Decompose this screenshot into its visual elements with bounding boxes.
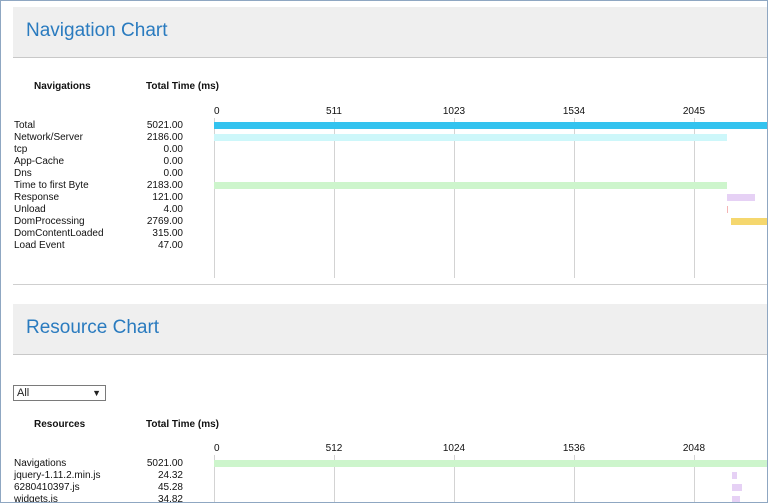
nav-bar[interactable] [214,122,767,129]
res-tick-label: 1024 [442,443,466,454]
nav-row-value: 2186.00 [146,132,183,143]
res-bar[interactable] [214,460,767,467]
nav-gridline [574,118,575,278]
res-bar[interactable] [731,472,738,479]
res-tick-label: 0 [214,443,220,454]
nav-row-value: 4.00 [163,204,183,215]
resources-column-header: Resources [34,419,86,430]
res-row-label: widgets.js [14,494,58,503]
nav-gridline [454,118,455,278]
nav-row-label: DomContentLoaded [14,228,104,239]
nav-bar[interactable] [727,206,729,213]
navigations-column-header: Navigations [34,81,91,92]
res-tick-label: 512 [325,443,343,454]
resource-total-time-column-header: Total Time (ms) [146,419,219,430]
nav-tick-label: 511 [326,106,342,117]
resource-chart-title: Resource Chart [26,317,160,338]
nav-row-label: Dns [14,168,32,179]
res-tick-label: 1536 [562,443,586,454]
nav-tick-label: 1534 [562,106,586,117]
nav-gridline [694,118,695,278]
navigation-chart-title: Navigation Chart [26,20,168,41]
nav-row-value: 0.00 [163,144,183,155]
nav-tick-label: 0 [214,106,220,117]
nav-row-label: App-Cache [14,156,65,167]
res-row-label: 6280410397.js [14,482,80,493]
nav-row-label: DomProcessing [14,216,85,227]
nav-row-label: Network/Server [14,132,83,143]
nav-bar[interactable] [726,194,756,201]
nav-bar[interactable] [214,134,728,141]
resource-filter-value: All [17,387,30,399]
res-row-label: Navigations [14,458,67,469]
res-bar[interactable] [731,496,740,502]
res-row-value: 5021.00 [146,458,183,469]
total-time-column-header: Total Time (ms) [146,81,219,92]
nav-row-value: 2769.00 [146,216,183,227]
chevron-down-icon: ▼ [92,388,101,398]
nav-bar[interactable] [214,182,727,189]
nav-row-value: 2183.00 [146,180,183,191]
res-row-value: 45.28 [157,482,183,493]
res-row-label: jquery-1.11.2.min.js [14,470,101,481]
res-row-value: 24.32 [157,470,183,481]
nav-tick-label: 1023 [442,106,466,117]
res-bar[interactable] [731,484,743,491]
nav-gridline [214,118,215,278]
res-tick-label: 2048 [682,443,706,454]
res-row-value: 34.82 [157,494,183,503]
navigation-chart-header: Navigation Chart [13,7,767,58]
nav-gridline [334,118,335,278]
nav-row-label: Response [14,192,60,203]
nav-tick-label: 2045 [682,106,706,117]
nav-bar[interactable] [730,218,767,225]
nav-row-label: Load Event [14,240,65,251]
nav-row-label: Total [14,120,36,131]
nav-row-label: Unload [14,204,46,215]
resource-chart-header: Resource Chart [13,304,767,355]
nav-row-label: tcp [14,144,28,155]
nav-row-value: 5021.00 [146,120,183,131]
nav-row-value: 0.00 [163,156,183,167]
page-frame: Navigation Chart Navigations Total Time … [0,0,768,503]
section-divider [13,284,767,285]
nav-row-value: 315.00 [152,228,183,239]
nav-row-value: 0.00 [163,168,183,179]
resource-filter-dropdown[interactable]: All ▼ [13,385,106,401]
nav-row-value: 121.00 [152,192,183,203]
nav-row-label: Time to first Byte [14,180,89,191]
nav-row-value: 47.00 [157,240,183,251]
